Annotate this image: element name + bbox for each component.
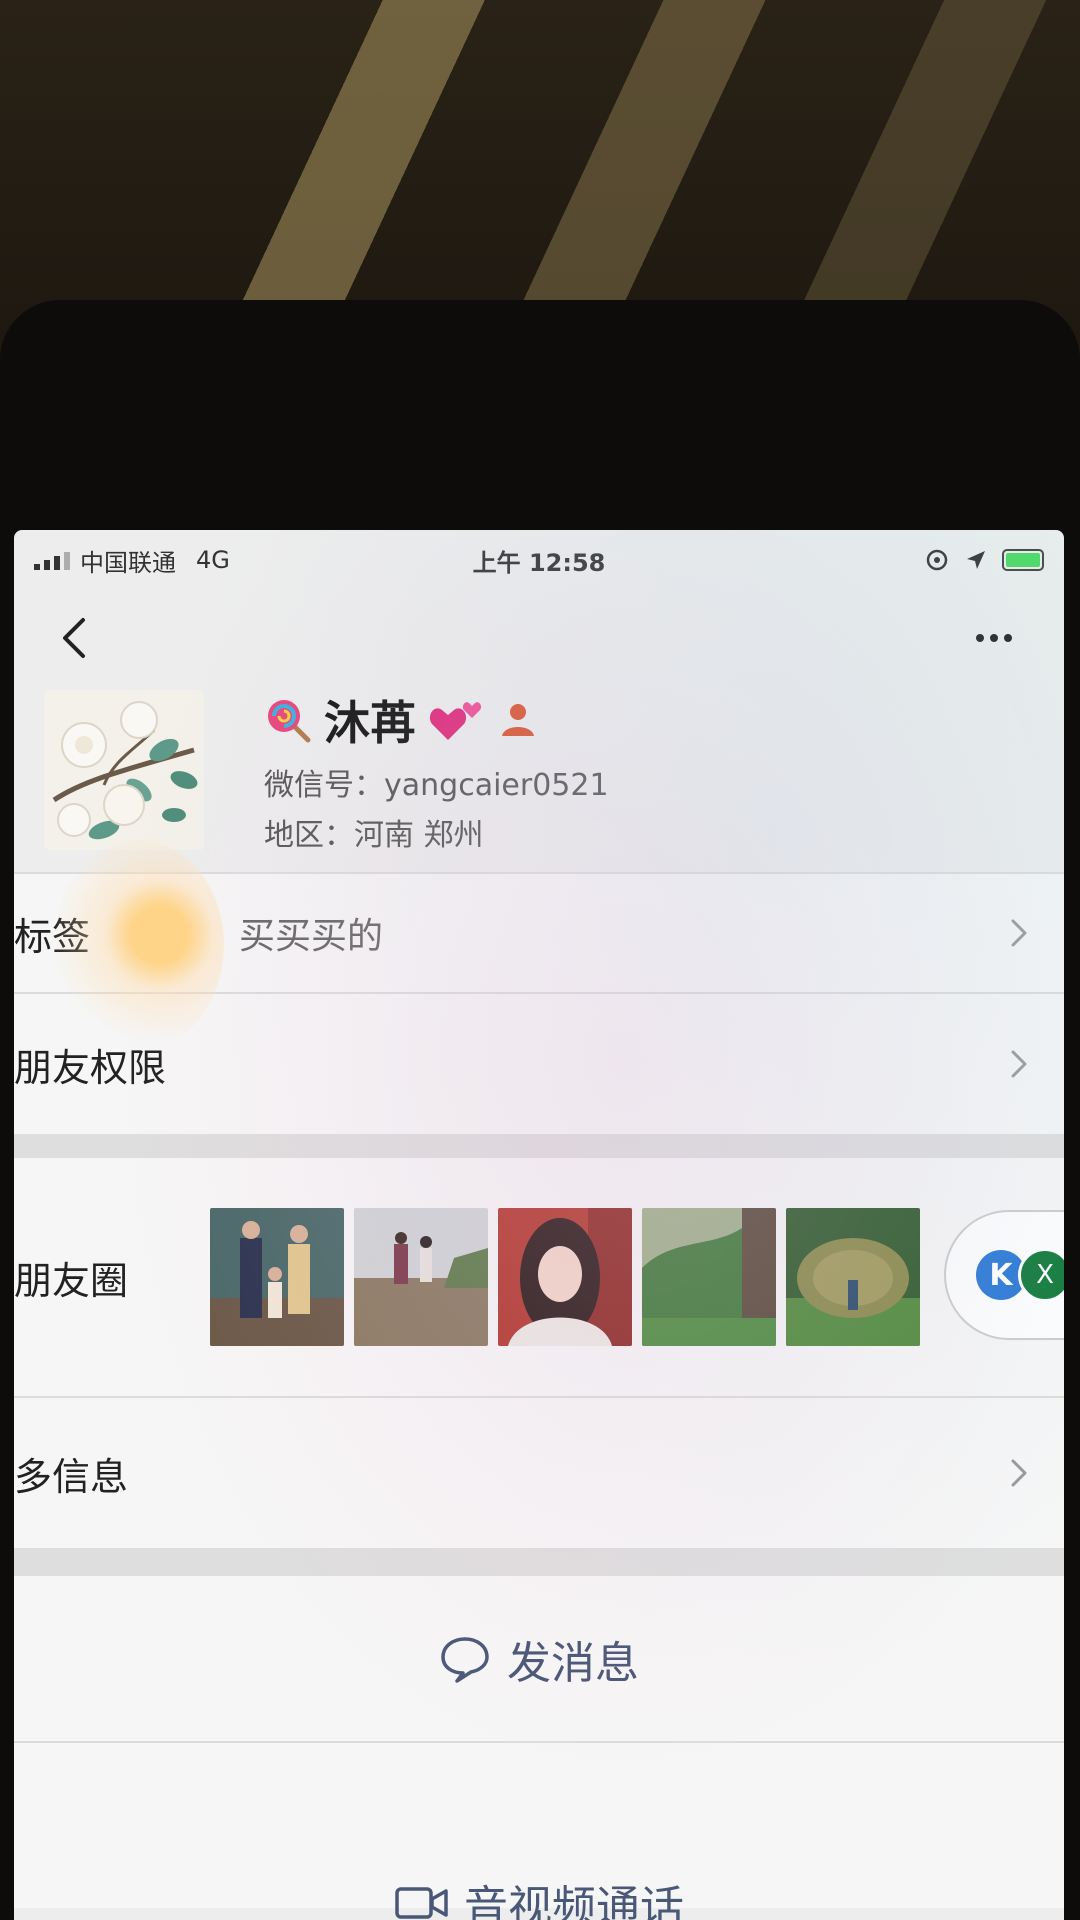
moments-row[interactable]: 朋友圈 K X (14, 1158, 1064, 1396)
more-dot-icon (976, 634, 984, 642)
user-silhouette-icon (502, 704, 534, 736)
chevron-right-icon (1004, 913, 1034, 953)
network-label: 4G (196, 546, 230, 574)
carrier-label: 中国联通 (80, 548, 176, 577)
moments-permission-label: 朋友权限 (14, 1045, 167, 1090)
orientation-lock-icon (926, 549, 948, 571)
video-camera-icon (395, 1887, 448, 1919)
moments-photo-family[interactable] (210, 1208, 344, 1346)
hearts-icon (429, 702, 482, 740)
moments-permission-row[interactable]: 朋友权限 (14, 994, 1064, 1134)
chat-bubble-icon (441, 1636, 489, 1683)
chevron-right-icon (1004, 1044, 1034, 1084)
profile-header: 沐苒 微信号：yangcaier0521 地区：河南 郑州 (14, 680, 1064, 870)
chevron-left-icon (63, 618, 85, 658)
moments-photo-selfie[interactable] (498, 1208, 632, 1346)
name-row: 沐苒 (264, 690, 540, 750)
back-button[interactable] (44, 608, 104, 668)
more-dot-icon (990, 634, 998, 642)
tags-row[interactable]: 标签 买买买的 (14, 874, 1064, 992)
location-icon (967, 551, 985, 569)
section-gap (14, 1548, 1064, 1576)
floating-shortcut[interactable]: K X (944, 1210, 1064, 1340)
section-gap (14, 1134, 1064, 1158)
moments-photo-peacock[interactable] (786, 1208, 920, 1346)
tags-label: 标签 (14, 914, 91, 959)
phone-screen: 中国联通 4G 上午 12:58 沐苒 微信号：yangcaier0521 地区… (14, 530, 1064, 1920)
contact-name: 沐苒 (324, 696, 416, 750)
signal-icon (34, 550, 70, 570)
magnolia-flower-image (44, 690, 204, 850)
moments-thumbnails (210, 1208, 920, 1346)
video-call-button[interactable]: 音视频通话 (14, 1743, 1064, 1920)
wechat-id: 微信号：yangcaier0521 (264, 768, 609, 803)
more-options-button[interactable] (954, 608, 1034, 668)
send-message-label: 发消息 (507, 1637, 639, 1689)
x-app-icon[interactable]: X (1018, 1248, 1064, 1302)
more-info-row[interactable]: 多信息 (14, 1398, 1064, 1548)
video-call-label: 音视频通话 (464, 1882, 684, 1920)
lollipop-icon (268, 700, 311, 743)
more-dot-icon (1004, 634, 1012, 642)
moments-label: 朋友圈 (14, 1258, 129, 1303)
region: 地区：河南 郑州 (264, 818, 484, 853)
moments-photo-garden[interactable] (642, 1208, 776, 1346)
send-message-button[interactable]: 发消息 (14, 1576, 1064, 1741)
chevron-right-icon (1004, 1453, 1034, 1493)
moments-photo-road[interactable] (354, 1208, 488, 1346)
battery-icon (1002, 549, 1044, 571)
tags-value: 买买买的 (239, 916, 384, 957)
more-info-label: 多信息 (14, 1454, 129, 1499)
nav-bar (14, 590, 1064, 680)
status-bar: 中国联通 4G 上午 12:58 (14, 530, 1064, 590)
avatar[interactable] (44, 690, 204, 850)
